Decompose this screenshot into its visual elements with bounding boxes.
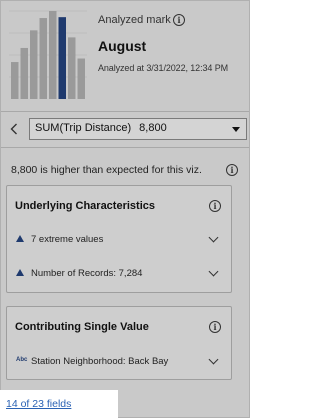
analyzed-timestamp: Analyzed at 3/31/2022, 12:34 PM: [98, 63, 228, 73]
measure-name: SUM(Trip Distance): [35, 122, 132, 134]
chevron-down-icon[interactable]: [208, 354, 219, 365]
mini-bar-chart: [9, 10, 87, 99]
info-icon[interactable]: i: [209, 200, 221, 212]
info-icon[interactable]: i: [209, 321, 221, 333]
chart-bar: [11, 62, 19, 99]
list-item[interactable]: 7 extreme values: [7, 230, 231, 250]
card-title: Contributing Single Value: [15, 321, 149, 333]
card-title: Underlying Characteristics: [15, 200, 155, 212]
footer: 14 of 23 fields: [0, 390, 118, 418]
mark-name: August: [98, 38, 147, 54]
list-item[interactable]: Number of Records: 7,284: [7, 264, 231, 284]
divider: [1, 111, 249, 112]
triangle-up-icon: [16, 269, 24, 276]
measure-value: 8,800: [139, 122, 167, 134]
summary-text: 8,800 is higher than expected for this v…: [11, 164, 202, 176]
explain-data-panel: Analyzed mark i August Analyzed at 3/31/…: [0, 0, 250, 418]
triangle-up-icon: [16, 235, 24, 242]
measure-row: SUM(Trip Distance) 8,800: [1, 113, 249, 145]
chart-bar: [20, 47, 28, 99]
fields-count-link[interactable]: 14 of 23 fields: [6, 398, 71, 410]
item-label: 7 extreme values: [31, 234, 104, 245]
underlying-characteristics-card: Underlying Characteristics i 7 extreme v…: [6, 185, 232, 293]
chevron-left-icon[interactable]: [7, 121, 21, 137]
contributing-single-value-card: Contributing Single Value i Abc Station …: [6, 306, 232, 380]
chart-bar: [39, 18, 47, 99]
analyzed-mark-label: Analyzed mark: [98, 14, 171, 26]
chart-bar: [30, 30, 38, 99]
info-icon[interactable]: i: [173, 14, 185, 26]
chevron-down-icon[interactable]: [208, 266, 219, 277]
chart-bar: [77, 58, 85, 99]
analyzed-mark-header: Analyzed mark i August Analyzed at 3/31/…: [1, 1, 249, 111]
list-item[interactable]: Abc Station Neighborhood: Back Bay: [7, 352, 231, 372]
chart-bar: [49, 11, 57, 99]
item-label: Number of Records: 7,284: [31, 268, 143, 279]
item-label: Station Neighborhood: Back Bay: [31, 356, 169, 367]
abc-icon: Abc: [16, 357, 28, 363]
info-icon[interactable]: i: [226, 164, 238, 176]
chart-bar: [58, 17, 66, 99]
caret-down-icon: [232, 127, 240, 132]
measure-select[interactable]: SUM(Trip Distance) 8,800: [29, 118, 247, 140]
divider: [1, 147, 249, 148]
chevron-down-icon[interactable]: [208, 232, 219, 243]
chart-bar: [68, 37, 76, 99]
